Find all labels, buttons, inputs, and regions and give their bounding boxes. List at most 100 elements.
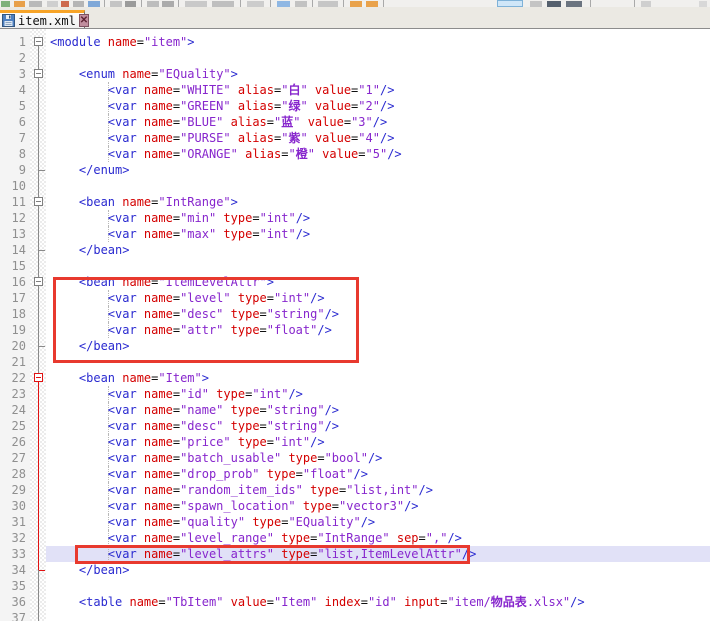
line-number: 22 [0,370,26,386]
fold-collapse-icon[interactable] [34,277,43,286]
syntax-token: /> [380,99,394,113]
syntax-token: <var [50,403,144,417]
syntax-token: /> [373,115,387,129]
syntax-token: "PURSE" [180,131,238,145]
syntax-token: "max" [180,227,223,241]
syntax-token: name [144,211,173,225]
fold-collapse-icon[interactable] [34,69,43,78]
syntax-token: name [129,595,158,609]
syntax-token: "vector3" [339,499,404,513]
line-number: 26 [0,434,26,450]
syntax-token: .xlsx" [527,595,570,609]
syntax-token: " [300,83,314,97]
code-line[interactable]: 37 [0,610,710,621]
code-line[interactable]: 1<module name="item"> [0,34,710,50]
syntax-token: = [260,403,267,417]
code-line[interactable]: 13 <var name="max" type="int"/> [0,226,710,242]
code-line[interactable]: 12 <var name="min" type="int"/> [0,210,710,226]
syntax-token: name [144,131,173,145]
code-line[interactable]: 28 <var name="drop_prob" type="float"/> [0,466,710,482]
code-line[interactable]: 35 [0,578,710,594]
syntax-token: = [267,595,274,609]
syntax-token: "drop_prob" [180,467,267,481]
fold-collapse-icon[interactable] [34,37,43,46]
close-icon[interactable]: ✕ [79,14,89,27]
syntax-token: = [252,211,259,225]
code-line[interactable]: 32 <var name="level_range" type="IntRang… [0,530,710,546]
toolbar-fragment [497,0,523,7]
code-line[interactable]: 11 <bean name="IntRange"> [0,194,710,210]
syntax-token: = [260,419,267,433]
syntax-token: "quality" [180,515,252,529]
syntax-token: " [308,147,322,161]
code-text: <var name="PURSE" alias="紫" value="4"/> [50,130,394,146]
syntax-token: <var [50,451,144,465]
syntax-token: /> [325,419,339,433]
code-text: <var name="drop_prob" type="float"/> [50,466,368,482]
code-line[interactable]: 24 <var name="name" type="string"/> [0,402,710,418]
code-line[interactable]: 23 <var name="id" type="int"/> [0,386,710,402]
syntax-token: "list,int" [346,483,418,497]
line-number: 30 [0,498,26,514]
code-line[interactable]: 9 </enum> [0,162,710,178]
syntax-token: "IntRange" [158,195,230,209]
fold-collapse-icon[interactable] [34,373,43,382]
syntax-token: name [122,195,151,209]
code-line[interactable]: 14 </bean> [0,242,710,258]
syntax-token: " [300,99,314,113]
syntax-token: type [238,435,267,449]
code-text: <module name="item"> [50,34,195,50]
code-line[interactable]: 36 <table name="TbItem" value="Item" ind… [0,594,710,610]
syntax-token: <var [50,515,144,529]
tab-item-xml[interactable]: item.xml ✕ [0,10,85,28]
code-line[interactable]: 29 <var name="random_item_ids" type="lis… [0,482,710,498]
code-line[interactable]: 10 [0,178,710,194]
syntax-token: = [344,115,351,129]
syntax-token: <var [50,435,144,449]
code-line[interactable]: 30 <var name="spawn_location" type="vect… [0,498,710,514]
syntax-token: = [361,595,368,609]
code-line[interactable]: 7 <var name="PURSE" alias="紫" value="4"/… [0,130,710,146]
syntax-token: <var [50,499,144,513]
code-text: <var name="GREEN" alias="绿" value="2"/> [50,98,394,114]
code-line[interactable]: 25 <var name="desc" type="string"/> [0,418,710,434]
code-line[interactable]: 4 <var name="WHITE" alias="白" value="1"/… [0,82,710,98]
syntax-token: value [315,99,351,113]
syntax-token: <enum [50,67,122,81]
line-number: 10 [0,178,26,194]
syntax-token: value [315,131,351,145]
line-number: 7 [0,130,26,146]
syntax-token: = [267,115,274,129]
line-number: 32 [0,530,26,546]
syntax-token: "price" [180,435,238,449]
syntax-token: /> [447,531,461,545]
code-line[interactable]: 3 <enum name="EQuality"> [0,66,710,82]
fold-guide-line-highlighted [38,378,39,570]
syntax-token: " [293,115,307,129]
fold-collapse-icon[interactable] [34,197,43,206]
code-line[interactable]: 6 <var name="BLUE" alias="蓝" value="3"/> [0,114,710,130]
code-line[interactable]: 31 <var name="quality" type="EQuality"/> [0,514,710,530]
line-number: 20 [0,338,26,354]
window: item.xml ✕ 1<module name="item">23 <enum… [0,0,710,621]
code-line[interactable]: 2 [0,50,710,66]
syntax-token: "BLUE" [180,115,231,129]
syntax-token: 蓝 [281,115,293,129]
code-line[interactable]: 34 </bean> [0,562,710,578]
syntax-token: value [322,147,358,161]
code-line[interactable]: 5 <var name="GREEN" alias="绿" value="2"/… [0,98,710,114]
code-text: <var name="spawn_location" type="vector3… [50,498,419,514]
code-line[interactable]: 27 <var name="batch_usable" type="bool"/… [0,450,710,466]
code-line[interactable]: 15 [0,258,710,274]
code-line[interactable]: 8 <var name="ORANGE" alias="橙" value="5"… [0,146,710,162]
syntax-token: name [144,403,173,417]
syntax-token: /> [404,499,418,513]
syntax-token: "random_item_ids" [180,483,310,497]
code-line[interactable]: 22 <bean name="Item"> [0,370,710,386]
code-text: <var name="max" type="int"/> [50,226,310,242]
toolbar-icons-strip[interactable] [0,0,710,7]
code-line[interactable]: 26 <var name="price" type="int"/> [0,434,710,450]
editor[interactable]: 1<module name="item">23 <enum name="EQua… [0,29,710,621]
syntax-token: index [325,595,361,609]
code-text: </bean> [50,562,129,578]
